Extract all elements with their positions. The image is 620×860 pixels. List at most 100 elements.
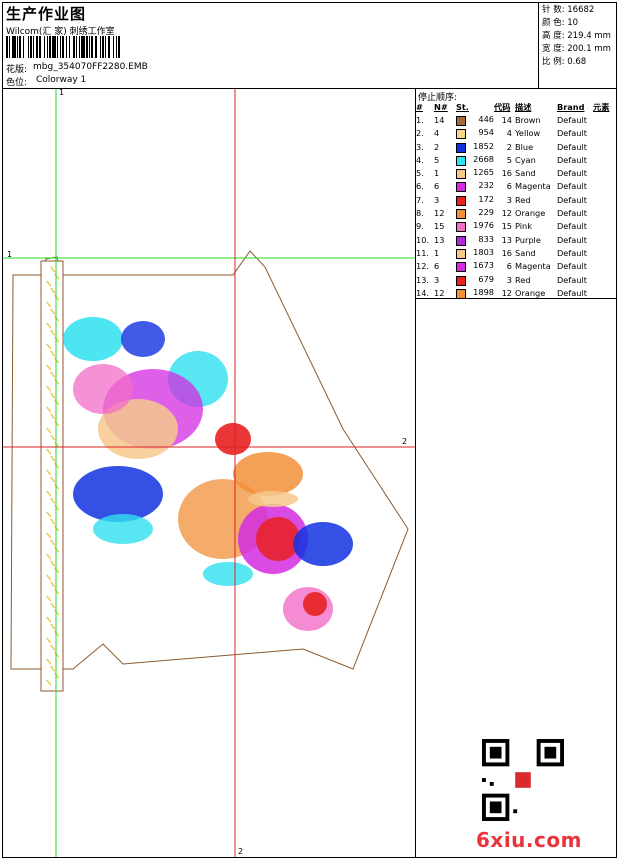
design-label: 花版: — [6, 65, 28, 75]
row-description: Sand — [515, 247, 536, 258]
row-brand: Default — [557, 208, 587, 219]
col-index: # — [416, 101, 423, 112]
row-code: 4 — [506, 128, 512, 139]
row-brand: Default — [557, 168, 587, 179]
col-brand: Brand — [557, 101, 585, 112]
row-stitches-cell: 446 — [456, 113, 494, 126]
row-needle: 14 — [434, 114, 445, 125]
qr-code — [482, 739, 564, 821]
row-description: Purple — [515, 234, 541, 245]
row-index: 1. — [416, 114, 424, 125]
row-description: Cyan — [515, 154, 536, 165]
row-stitches: 1976 — [473, 220, 494, 231]
thread-color-swatch — [456, 155, 466, 166]
stat-scale: 比 例: 0.68 — [542, 57, 587, 67]
row-stitches: 172 — [478, 193, 494, 204]
row-stitches: 1898 — [473, 286, 494, 297]
row-stitches: 954 — [478, 127, 494, 138]
thread-color-swatch — [456, 169, 466, 180]
row-index: 11. — [416, 247, 430, 258]
table-header-row: # N# St. 代码 描述 Brand 元素 — [416, 100, 616, 113]
row-element — [593, 166, 616, 179]
row-stitches-cell: 2668 — [456, 153, 494, 166]
row-stitches: 229 — [478, 207, 494, 218]
row-needle: 6 — [434, 181, 440, 192]
table-row: 3. 2 1852 2 Blue Default — [416, 140, 616, 153]
thread-color-swatch — [456, 222, 466, 233]
row-stitches: 446 — [478, 113, 494, 124]
row-code: 6 — [506, 261, 512, 272]
row-element — [593, 260, 616, 273]
row-stitches: 1673 — [473, 260, 494, 271]
col-element: 元素 — [593, 101, 610, 112]
row-brand: Default — [557, 128, 587, 139]
colorway-label: 色位: — [6, 78, 28, 88]
design-outline — [10, 250, 409, 670]
row-stitches: 833 — [478, 233, 494, 244]
row-stitches: 679 — [478, 273, 494, 284]
page-title: 生产作业图 — [6, 5, 87, 23]
row-brand: Default — [557, 247, 587, 258]
guide-label-h1: 1 — [7, 250, 13, 259]
table-row: 10. 13 833 13 Purple Default — [416, 233, 616, 246]
row-index: 2. — [416, 128, 424, 139]
row-needle: 3 — [434, 194, 440, 205]
row-needle: 12 — [434, 208, 445, 219]
row-brand: Default — [557, 221, 587, 232]
row-code: 12 — [501, 208, 512, 219]
embroidery-motif — [63, 317, 353, 631]
design-name: mbg_354070FF2280.EMB — [33, 62, 148, 72]
row-index: 14. — [416, 287, 430, 298]
thread-color-swatch — [456, 288, 466, 299]
row-element — [593, 233, 616, 246]
row-element — [593, 180, 616, 193]
row-code: 16 — [501, 247, 512, 258]
row-needle: 12 — [434, 287, 445, 298]
row-stitches-cell: 1976 — [456, 220, 494, 233]
thread-color-swatch — [456, 195, 466, 206]
thread-color-swatch — [456, 142, 466, 153]
row-code: 16 — [501, 168, 512, 179]
row-needle: 4 — [434, 128, 440, 139]
row-code: 14 — [501, 114, 512, 125]
design-stats: 针 数: 16682 颜 色: 10 高 度: 219.4 mm 宽 度: 20… — [542, 4, 611, 69]
guide-label-h2: 2 — [402, 437, 408, 446]
col-description: 描述 — [515, 101, 532, 112]
row-needle: 3 — [434, 274, 440, 285]
row-description: Red — [515, 194, 531, 205]
row-stitches-cell: 1898 — [456, 286, 494, 299]
row-description: Orange — [515, 287, 546, 298]
row-element — [593, 273, 616, 286]
row-description: Orange — [515, 208, 546, 219]
row-index: 6. — [416, 181, 424, 192]
row-needle: 5 — [434, 154, 440, 165]
row-element — [593, 113, 616, 126]
row-description: Magenta — [515, 181, 551, 192]
row-stitches-cell: 679 — [456, 273, 494, 286]
row-description: Pink — [515, 221, 532, 232]
row-element — [593, 153, 616, 166]
row-element — [593, 193, 616, 206]
table-row: 13. 3 679 3 Red Default — [416, 273, 616, 286]
row-needle: 6 — [434, 261, 440, 272]
row-index: 13. — [416, 274, 430, 285]
row-stitches-cell: 172 — [456, 193, 494, 206]
row-description: Brown — [515, 114, 541, 125]
thread-color-swatch — [456, 262, 466, 273]
watermark-logo: 6xiu.com — [476, 828, 582, 852]
row-stitches: 1803 — [473, 246, 494, 257]
row-element — [593, 220, 616, 233]
row-stitches: 1852 — [473, 140, 494, 151]
row-stitches-cell: 1852 — [456, 140, 494, 153]
row-code: 2 — [506, 141, 512, 152]
row-stitches-cell: 954 — [456, 127, 494, 140]
row-index: 9. — [416, 221, 424, 232]
row-stitches-cell: 1803 — [456, 246, 494, 259]
row-stitches-cell: 833 — [456, 233, 494, 246]
stop-sequence-table: # N# St. 代码 描述 Brand 元素 1. 14 446 14 Brown De… — [416, 100, 616, 299]
row-stitches: 1265 — [473, 167, 494, 178]
thread-color-swatch — [456, 209, 466, 220]
row-needle: 15 — [434, 221, 445, 232]
col-stitches: St. — [456, 101, 469, 112]
row-description: Yellow — [515, 128, 541, 139]
